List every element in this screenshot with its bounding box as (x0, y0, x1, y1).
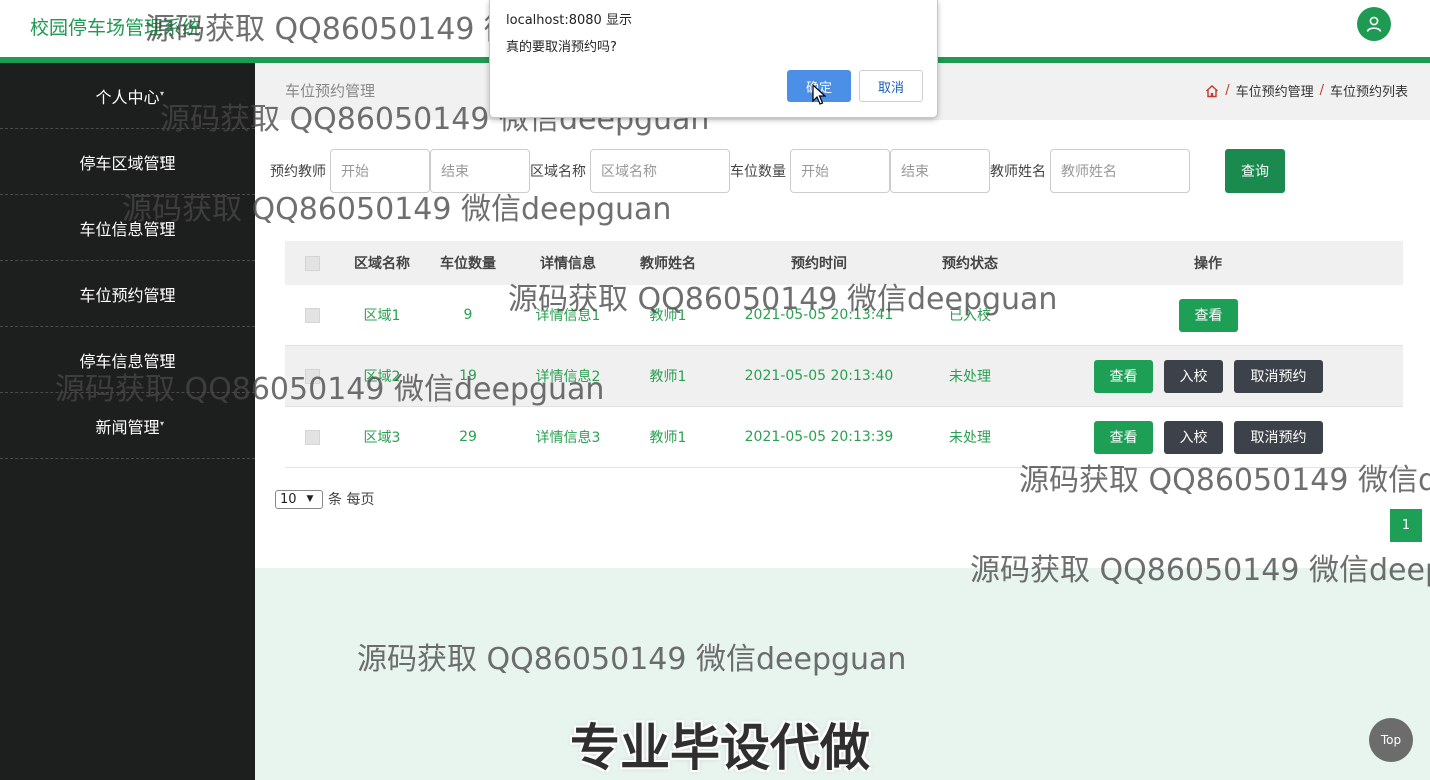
enter-campus-button[interactable]: 入校 (1164, 420, 1223, 454)
teacher-label: 预约教师 (270, 164, 326, 180)
sidebar-item-news[interactable]: 新闻管理 ▾ (0, 393, 255, 459)
reservation-table: 区域名称 车位数量 详情信息 教师姓名 预约时间 预约状态 操作 区域1 9 详… (285, 241, 1403, 468)
count-cell: 19 (459, 368, 477, 384)
time-cell: 2021-05-05 20:13:41 (744, 307, 894, 323)
view-button[interactable]: 查看 (1179, 298, 1238, 332)
column-header: 操作 (1194, 256, 1222, 272)
caret-down-icon: ▾ (160, 221, 165, 230)
cancel-reservation-button[interactable]: 取消预约 (1234, 359, 1323, 393)
caret-down-icon: ▾ (160, 89, 165, 98)
row-checkbox[interactable] (305, 307, 320, 323)
page-number-button[interactable]: 1 (1390, 509, 1422, 542)
per-page-label: 条 每页 (328, 492, 375, 508)
time-cell: 2021-05-05 20:13:39 (744, 429, 894, 445)
table-row: 区域1 9 详情信息1 教师1 2021-05-05 20:13:41 已入校 … (285, 285, 1403, 346)
column-header: 预约时间 (791, 256, 847, 272)
sidebar-item-label: 新闻管理 (95, 417, 160, 437)
area-cell: 区域2 (363, 369, 401, 385)
teacher-name-input[interactable]: 教师姓名 (1050, 149, 1190, 193)
page-size-control: 10 ▼ 条 每页 (275, 489, 374, 509)
column-header: 详情信息 (540, 256, 596, 272)
mouse-pointer-icon (812, 84, 826, 105)
dialog-title: localhost:8080 显示 (506, 13, 632, 28)
detail-cell: 详情信息1 (535, 308, 601, 324)
detail-cell: 详情信息2 (535, 369, 601, 385)
page-size-select[interactable]: 10 ▼ (275, 489, 323, 509)
enter-campus-button[interactable]: 入校 (1164, 359, 1223, 393)
area-label: 区域名称 (530, 164, 586, 180)
page-size-value: 10 (280, 491, 297, 507)
query-button[interactable]: 查询 (1225, 149, 1285, 193)
app-title: 校园停车场管理系统 (30, 17, 202, 39)
breadcrumb-item[interactable]: 车位预约管理 (1236, 81, 1314, 100)
area-cell: 区域1 (363, 308, 401, 324)
table-row: 区域2 19 详情信息2 教师1 2021-05-05 20:13:40 未处理… (285, 346, 1403, 407)
breadcrumb-separator: / (1225, 83, 1230, 98)
sidebar: 个人中心 ▾ 停车区域管理 ▾ 车位信息管理 ▾ 车位预约管理 ▾ 停车信息管理… (0, 63, 255, 780)
column-header: 预约状态 (942, 256, 998, 272)
status-cell: 已入校 (949, 308, 991, 324)
detail-cell: 详情信息3 (535, 430, 601, 446)
home-icon[interactable] (1205, 84, 1219, 98)
select-all-checkbox[interactable] (305, 255, 320, 271)
count-cell: 29 (459, 429, 477, 445)
user-avatar[interactable] (1357, 7, 1391, 41)
confirm-dialog: localhost:8080 显示 真的要取消预约吗? 确定 取消 (489, 0, 938, 118)
row-checkbox[interactable] (305, 429, 320, 445)
teacher-name-label: 教师姓名 (990, 164, 1046, 180)
reserve-end-input[interactable]: 结束 (430, 149, 530, 193)
main-content: 车位预约管理 / 车位预约管理 / 车位预约列表 预约教师 开始 结束 区域名称… (255, 63, 1430, 780)
teacher-cell: 教师1 (649, 308, 687, 324)
sidebar-item-parking-area[interactable]: 停车区域管理 ▾ (0, 129, 255, 195)
row-checkbox[interactable] (305, 368, 320, 384)
reserve-start-input[interactable]: 开始 (330, 149, 430, 193)
count-end-input[interactable]: 结束 (890, 149, 990, 193)
cancel-reservation-button[interactable]: 取消预约 (1234, 420, 1323, 454)
teacher-cell: 教师1 (649, 369, 687, 385)
sidebar-item-space-info[interactable]: 车位信息管理 ▾ (0, 195, 255, 261)
count-cell: 9 (463, 307, 473, 323)
sidebar-item-personal-center[interactable]: 个人中心 ▾ (0, 63, 255, 129)
column-header: 车位数量 (440, 256, 496, 272)
sidebar-item-parking-info[interactable]: 停车信息管理 ▾ (0, 327, 255, 393)
page-title: 车位预约管理 (285, 82, 376, 100)
count-start-input[interactable]: 开始 (790, 149, 890, 193)
chevron-down-icon: ▼ (306, 494, 314, 504)
table-header-row: 区域名称 车位数量 详情信息 教师姓名 预约时间 预约状态 操作 (285, 241, 1403, 285)
time-cell: 2021-05-05 20:13:40 (744, 368, 894, 384)
sidebar-item-reservation[interactable]: 车位预约管理 ▾ (0, 261, 255, 327)
column-header: 教师姓名 (640, 256, 696, 272)
dialog-message: 真的要取消预约吗? (506, 40, 617, 55)
area-cell: 区域3 (363, 430, 401, 446)
area-name-input[interactable]: 区域名称 (590, 149, 730, 193)
column-header: 区域名称 (354, 256, 410, 272)
caret-down-icon: ▾ (160, 419, 165, 428)
user-icon (1366, 16, 1382, 32)
status-cell: 未处理 (949, 430, 991, 446)
caret-down-icon: ▾ (160, 287, 165, 296)
dialog-cancel-button[interactable]: 取消 (859, 70, 923, 102)
count-label: 车位数量 (730, 164, 786, 180)
view-button[interactable]: 查看 (1094, 420, 1153, 454)
view-button[interactable]: 查看 (1094, 359, 1153, 393)
search-bar: 预约教师 开始 结束 区域名称 区域名称 车位数量 开始 结束 教师姓名 教师姓… (270, 149, 1285, 193)
breadcrumb-item: 车位预约列表 (1329, 85, 1408, 100)
footer-area (255, 568, 1430, 780)
caret-down-icon: ▾ (160, 353, 165, 362)
caret-down-icon: ▾ (160, 155, 165, 164)
teacher-cell: 教师1 (649, 430, 687, 446)
breadcrumb-separator: / (1319, 83, 1324, 98)
status-cell: 未处理 (949, 369, 991, 385)
back-to-top-button[interactable]: Top (1369, 718, 1413, 762)
table-row: 区域3 29 详情信息3 教师1 2021-05-05 20:13:39 未处理… (285, 407, 1403, 468)
breadcrumb: / 车位预约管理 / 车位预约列表 (1205, 81, 1408, 100)
sidebar-item-label: 个人中心 (95, 87, 160, 107)
